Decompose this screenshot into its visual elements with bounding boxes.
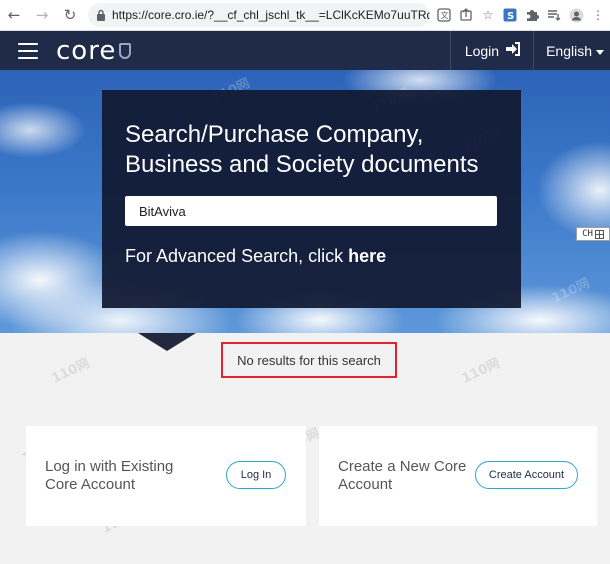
svg-text:文: 文	[441, 10, 449, 20]
forward-icon[interactable]: →	[32, 5, 52, 25]
login-link[interactable]: Login	[449, 31, 533, 70]
login-label: Login	[464, 42, 500, 59]
site-header: core Login English	[0, 31, 610, 70]
extension-s-icon[interactable]: S	[502, 7, 518, 23]
grid-icon	[594, 229, 604, 239]
language-label: English	[546, 42, 592, 59]
share-icon[interactable]	[458, 7, 474, 23]
create-account-button[interactable]: Create Account	[475, 461, 578, 489]
search-panel-pointer	[138, 333, 196, 351]
language-selector[interactable]: English	[533, 31, 610, 70]
lock-icon	[96, 9, 106, 21]
search-title: Search/Purchase Company, Business and So…	[125, 121, 479, 178]
reload-icon[interactable]: ↻	[60, 5, 80, 25]
company-search-input[interactable]	[125, 196, 497, 226]
star-icon[interactable]: ☆	[480, 7, 496, 23]
url-text: https://core.cro.ie/?__cf_chl_jschl_tk__…	[112, 8, 430, 22]
search-panel: Search/Purchase Company, Business and So…	[102, 90, 521, 308]
svg-text:S: S	[507, 11, 514, 22]
menu-dots-icon[interactable]: ⋮	[590, 7, 606, 23]
advanced-search-prefix: For Advanced Search, click	[125, 246, 349, 266]
watermark: 110网	[549, 276, 593, 307]
hamburger-menu-icon[interactable]	[18, 42, 38, 59]
watermark: 110网	[459, 356, 503, 387]
core-logo[interactable]: core	[56, 35, 132, 66]
translate-icon[interactable]: 文	[436, 7, 452, 23]
puzzle-icon[interactable]	[524, 7, 540, 23]
advanced-search-link[interactable]: here	[348, 246, 386, 266]
existing-account-card: Log in with Existing Core Account Log In	[26, 426, 306, 526]
logo-shield-icon	[119, 42, 132, 59]
profile-icon[interactable]	[568, 7, 584, 23]
queue-icon[interactable]	[546, 7, 562, 23]
back-icon[interactable]: ←	[4, 5, 24, 25]
hero-banner: 110网 110网 110网 110网 Search/Purchase Comp…	[0, 70, 610, 333]
advanced-search-text: For Advanced Search, click here	[125, 246, 386, 267]
new-account-text: Create a New Core Account	[338, 458, 467, 493]
caret-down-icon	[596, 43, 604, 59]
watermark: 110网	[49, 356, 93, 387]
no-results-text: No results for this search	[237, 352, 381, 368]
address-bar[interactable]: https://core.cro.ie/?__cf_chl_jschl_tk__…	[88, 3, 430, 27]
no-results-message: No results for this search	[221, 342, 397, 378]
log-in-button[interactable]: Log In	[226, 461, 286, 489]
ch-badge-label: CH	[582, 229, 593, 239]
browser-toolbar: ← → ↻ https://core.cro.ie/?__cf_chl_jsch…	[0, 0, 610, 31]
logo-text: core	[56, 35, 117, 66]
sign-in-icon	[505, 42, 521, 59]
new-account-card: Create a New Core Account Create Account	[319, 426, 597, 526]
existing-account-text: Log in with Existing Core Account	[45, 458, 174, 493]
ch-badge: CH	[576, 227, 610, 241]
